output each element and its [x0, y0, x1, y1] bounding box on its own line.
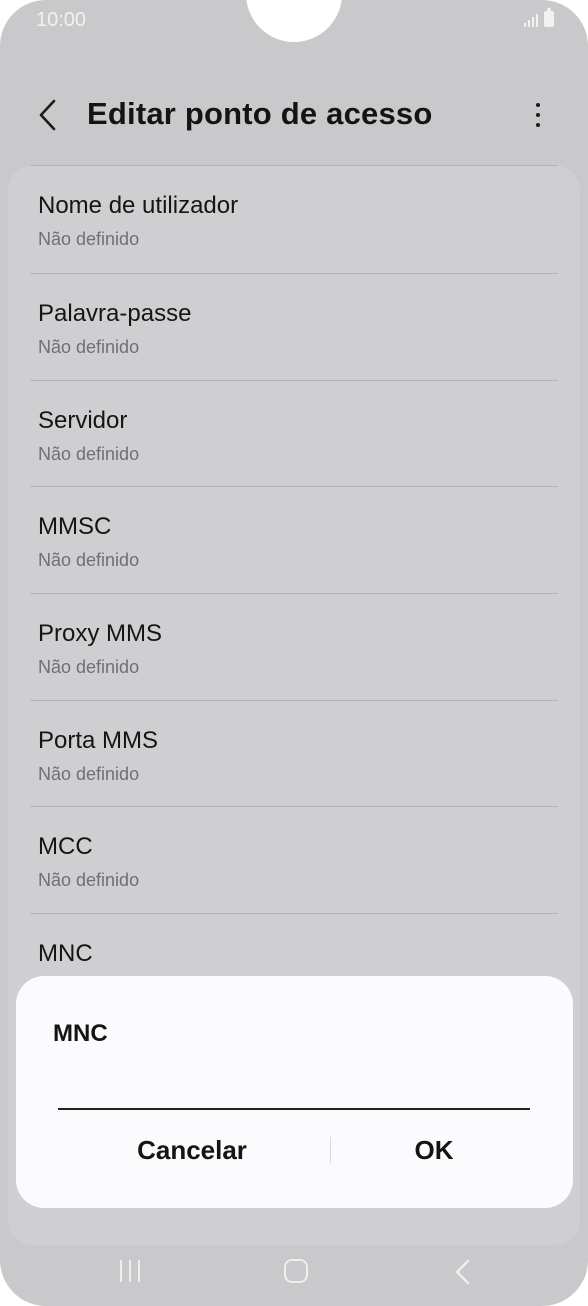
more-options-button[interactable]	[516, 90, 560, 140]
setting-value: Não definido	[38, 444, 140, 464]
setting-value: Não definido	[38, 764, 140, 784]
setting-value: Não definido	[38, 870, 140, 890]
setting-mcc[interactable]: MCC Não definido	[30, 806, 558, 912]
setting-server[interactable]: Servidor Não definido	[30, 380, 558, 486]
ok-button[interactable]: OK	[314, 1124, 554, 1176]
setting-title: Porta MMS	[38, 727, 159, 754]
setting-password[interactable]: Palavra-passe Não definido	[30, 273, 558, 379]
setting-mmsc[interactable]: MMSC Não definido	[30, 486, 558, 592]
setting-title: MNC	[38, 940, 93, 967]
setting-username[interactable]: Nome de utilizador Não definido	[30, 165, 558, 271]
setting-value: Não definido	[38, 657, 140, 677]
signal-icon	[524, 11, 538, 27]
dialog-title: MNC	[53, 1020, 108, 1047]
phone-screen: 10:00 Editar ponto de acesso Nome de uti…	[0, 0, 588, 1306]
mnc-dialog: MNC Cancelar OK	[16, 976, 573, 1208]
cancel-button[interactable]: Cancelar	[72, 1124, 312, 1176]
setting-value: Não definido	[38, 229, 140, 249]
page-title: Editar ponto de acesso	[87, 96, 433, 131]
recents-button[interactable]	[120, 1260, 140, 1282]
app-bar: Editar ponto de acesso	[0, 80, 588, 150]
setting-value: Não definido	[38, 550, 140, 570]
setting-title: Servidor	[38, 407, 128, 434]
setting-value: Não definido	[38, 337, 140, 357]
home-button[interactable]	[284, 1259, 308, 1283]
more-vertical-icon	[536, 103, 540, 107]
setting-mms-proxy[interactable]: Proxy MMS Não definido	[30, 593, 558, 699]
mnc-input[interactable]	[58, 1062, 530, 1110]
setting-title: MMSC	[38, 513, 112, 540]
battery-icon	[544, 8, 554, 27]
setting-title: MCC	[38, 833, 93, 860]
chevron-left-icon	[39, 99, 56, 131]
setting-title: Palavra-passe	[38, 300, 192, 327]
camera-notch	[246, 0, 342, 42]
recents-icon	[120, 1260, 122, 1282]
navigation-bar	[0, 1240, 588, 1306]
status-icons	[524, 8, 554, 27]
setting-title: Nome de utilizador	[38, 192, 239, 219]
status-time: 10:00	[36, 9, 87, 31]
setting-title: Proxy MMS	[38, 620, 163, 647]
nav-back-icon[interactable]	[452, 1258, 474, 1286]
back-button[interactable]	[26, 90, 70, 140]
setting-mms-port[interactable]: Porta MMS Não definido	[30, 700, 558, 806]
